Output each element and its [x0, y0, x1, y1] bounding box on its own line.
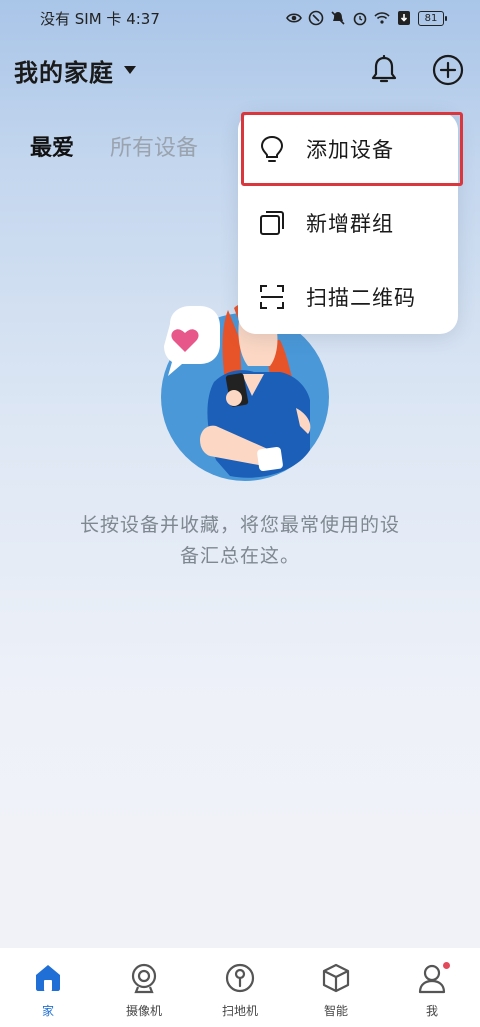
menu-item-add-device[interactable]: 添加设备	[238, 112, 458, 186]
wifi-icon	[374, 12, 390, 24]
add-popup-menu: 添加设备 新增群组 扫描二维码	[238, 112, 458, 334]
nav-robot-vacuum[interactable]: 扫地机	[192, 960, 288, 1019]
notifications-button[interactable]	[366, 52, 402, 88]
empty-state-message: 长按设备并收藏，将您最常使用的设 备汇总在这。	[30, 510, 450, 572]
cube-icon	[322, 963, 350, 993]
home-selector[interactable]: 我的家庭	[14, 53, 114, 88]
mute-icon	[331, 11, 345, 25]
status-bar: 没有 SIM 卡 4:37 81	[0, 0, 480, 36]
add-circle-icon	[432, 54, 464, 86]
group-icon	[260, 211, 284, 235]
empty-state-line-1: 长按设备并收藏，将您最常使用的设	[79, 514, 400, 536]
nav-smart[interactable]: 智能	[288, 960, 384, 1019]
tab-bar: 最爱 所有设备	[30, 130, 198, 162]
tab-all-devices[interactable]: 所有设备	[110, 130, 198, 162]
header: 我的家庭	[0, 44, 480, 96]
lightbulb-icon	[260, 135, 284, 162]
camera-icon	[131, 963, 157, 994]
tab-favorites[interactable]: 最爱	[30, 130, 74, 162]
download-icon	[398, 11, 410, 25]
nav-me[interactable]: 我	[384, 960, 480, 1019]
battery-level: 81	[424, 12, 438, 24]
menu-item-label: 扫描二维码	[306, 286, 416, 310]
scan-icon	[260, 285, 284, 309]
nav-label: 家	[41, 1004, 54, 1018]
nav-label: 智能	[323, 1004, 348, 1018]
status-text: 没有 SIM 卡 4:37	[40, 9, 160, 28]
menu-item-scan-qr[interactable]: 扫描二维码	[238, 260, 458, 334]
eye-icon	[286, 13, 302, 23]
menu-item-label: 新增群组	[306, 212, 394, 236]
caret-down-icon[interactable]	[124, 66, 136, 74]
home-icon	[36, 965, 60, 991]
menu-item-label: 添加设备	[306, 138, 394, 162]
nav-camera[interactable]: 摄像机	[96, 960, 192, 1019]
add-button[interactable]	[430, 52, 466, 88]
nfc-icon	[308, 10, 324, 26]
menu-item-new-group[interactable]: 新增群组	[238, 186, 458, 260]
bottom-nav: 家 摄像机 扫地机 智能 我	[0, 948, 480, 1027]
nav-home[interactable]: 家	[0, 960, 96, 1019]
battery-icon: 81	[418, 10, 447, 26]
bell-icon	[371, 55, 397, 83]
status-icons: 81	[286, 10, 447, 26]
notification-badge	[443, 962, 450, 969]
empty-state-line-2: 备汇总在这。	[179, 545, 300, 567]
nav-label: 我	[425, 1004, 438, 1018]
nav-label: 摄像机	[125, 1004, 162, 1018]
nav-label: 扫地机	[221, 1004, 258, 1018]
alarm-icon	[353, 12, 367, 26]
robot-vacuum-icon	[225, 963, 255, 993]
